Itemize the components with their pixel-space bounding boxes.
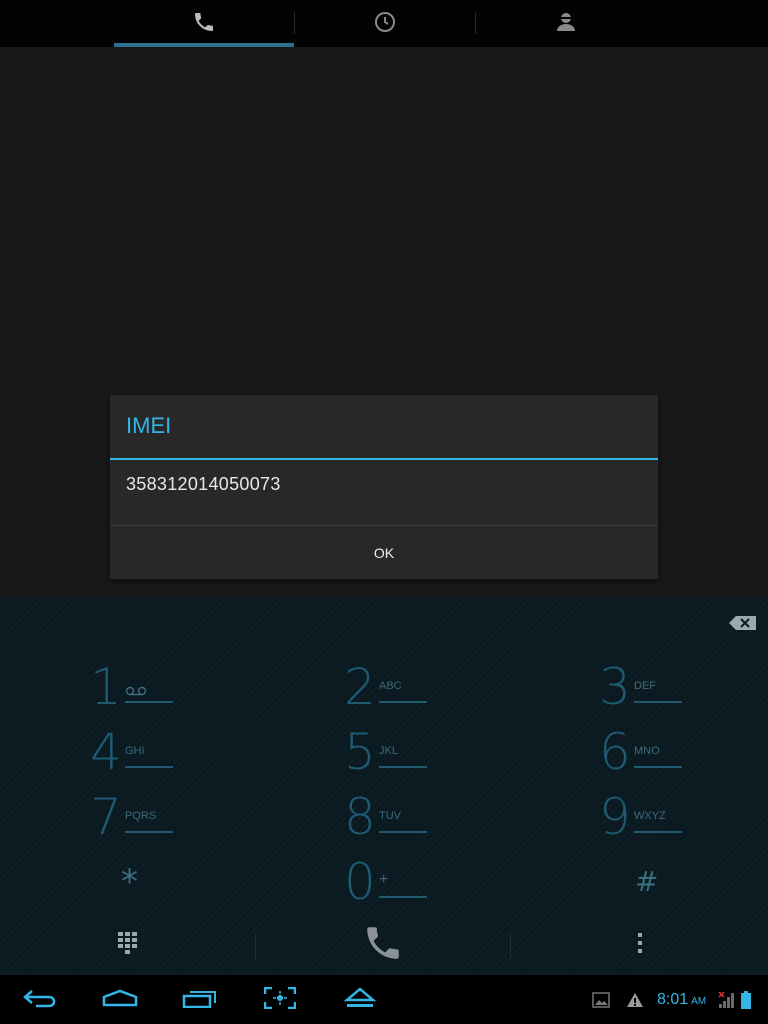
key-letters: PQRS	[125, 810, 157, 822]
dialpad-key-6[interactable]: 6 MNO	[599, 724, 739, 784]
dialpad-key-0[interactable]: 0 +	[344, 854, 484, 914]
key-underline	[634, 766, 682, 768]
key-letters: DEF	[634, 680, 656, 692]
contact-icon	[554, 10, 578, 38]
overflow-menu-icon	[637, 933, 642, 957]
dialpad-key-pound[interactable]: #	[599, 854, 739, 914]
ok-button[interactable]: OK	[110, 526, 658, 580]
dialpad-key-9[interactable]: 9 WXYZ	[599, 789, 739, 849]
dialpad-toggle-icon	[117, 932, 138, 958]
screenshot-button[interactable]	[250, 975, 310, 1024]
key-underline	[379, 896, 427, 898]
key-underline	[125, 701, 173, 703]
eject-button[interactable]	[330, 975, 390, 1024]
key-digit: 7	[90, 788, 122, 846]
dialpad-toggle-button[interactable]	[0, 915, 255, 975]
voicemail-icon	[125, 681, 147, 696]
key-letters: TUV	[379, 810, 401, 822]
gallery-icon	[590, 975, 612, 1024]
key-underline	[379, 766, 427, 768]
backspace-icon[interactable]	[728, 615, 758, 631]
dialog-button-row: OK	[110, 525, 658, 580]
home-button[interactable]	[90, 975, 150, 1024]
key-underline	[125, 766, 173, 768]
dialpad: 1 2 ABC 3 DEF 4 GHI 5 JKL 6 MNO 7 PQRS 8…	[0, 597, 768, 975]
tab-phone[interactable]	[114, 0, 294, 47]
clock-icon	[373, 10, 397, 38]
back-icon	[22, 988, 58, 1012]
signal-icon	[718, 975, 736, 1024]
dialpad-key-star[interactable]: *	[90, 854, 230, 914]
back-button[interactable]	[10, 975, 70, 1024]
key-digit: 2	[344, 658, 376, 716]
key-digit: 9	[599, 788, 631, 846]
battery-icon	[738, 975, 754, 1024]
status-clock: 8:01 AM	[657, 991, 706, 1009]
key-digit: 5	[344, 723, 376, 781]
dialpad-key-7[interactable]: 7 PQRS	[90, 789, 230, 849]
key-digit: *	[121, 862, 138, 902]
dialog-title-divider	[110, 458, 658, 460]
call-icon	[362, 922, 404, 968]
key-digit: 8	[344, 788, 376, 846]
recent-apps-button[interactable]	[170, 975, 230, 1024]
dialpad-key-5[interactable]: 5 JKL	[344, 724, 484, 784]
key-letters: WXYZ	[634, 810, 666, 822]
tab-call-log[interactable]	[295, 0, 475, 47]
overflow-menu-button[interactable]	[511, 915, 768, 975]
key-underline	[379, 831, 427, 833]
status-time: 8:01	[657, 991, 689, 1008]
dialpad-key-4[interactable]: 4 GHI	[90, 724, 230, 784]
key-letters: JKL	[379, 745, 398, 757]
key-digit: #	[635, 865, 659, 898]
key-digit: 3	[599, 658, 631, 716]
status-ampm: AM	[691, 996, 707, 1007]
imei-dialog: IMEI 358312014050073 OK	[110, 395, 658, 579]
recent-apps-icon	[182, 988, 218, 1012]
key-underline	[125, 831, 173, 833]
screenshot-icon	[263, 986, 297, 1013]
phone-icon	[192, 10, 216, 38]
eject-icon	[343, 986, 377, 1013]
key-underline	[634, 831, 682, 833]
dialpad-key-1[interactable]: 1	[90, 659, 230, 719]
dialpad-key-2[interactable]: 2 ABC	[344, 659, 484, 719]
dialog-message: 358312014050073	[126, 474, 281, 494]
key-digit: 1	[90, 658, 122, 716]
key-letters: MNO	[634, 745, 660, 757]
system-nav-bar: 8:01 AM	[0, 975, 768, 1024]
key-letters: GHI	[125, 745, 145, 757]
dialpad-action-row	[0, 915, 768, 975]
key-underline	[379, 701, 427, 703]
tab-contacts[interactable]	[476, 0, 656, 47]
key-digit: 6	[599, 723, 631, 781]
call-button[interactable]	[256, 915, 510, 975]
home-icon	[102, 989, 138, 1011]
dialpad-key-8[interactable]: 8 TUV	[344, 789, 484, 849]
key-digit: 0	[344, 853, 376, 911]
dialpad-key-3[interactable]: 3 DEF	[599, 659, 739, 719]
dialog-title: IMEI	[126, 413, 172, 438]
key-letters: +	[379, 871, 389, 888]
key-letters: ABC	[379, 680, 402, 692]
tab-bar	[0, 0, 768, 47]
key-digit: 4	[90, 723, 122, 781]
warning-icon	[624, 975, 646, 1024]
key-underline	[634, 701, 682, 703]
